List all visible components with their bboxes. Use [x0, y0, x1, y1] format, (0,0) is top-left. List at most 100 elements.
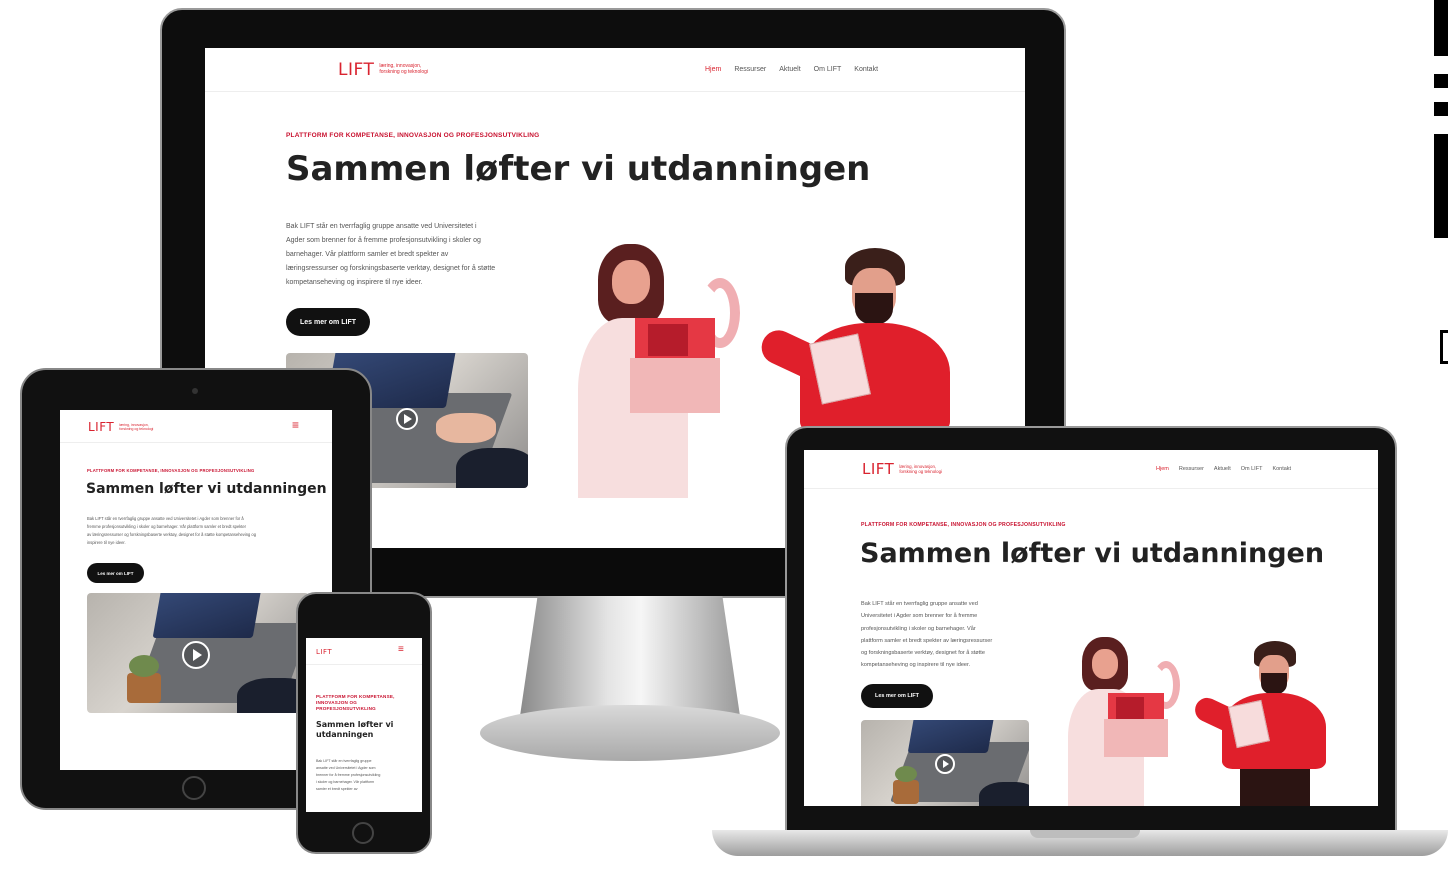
laptop-notch: [1030, 830, 1140, 838]
desktop-body-text: Bak LIFT står en tverrfaglig gruppe ansa…: [286, 220, 495, 290]
tablet-body-line: Bak LIFT står en tverrfaglig gruppe ansa…: [87, 516, 244, 521]
nav-item-om-lift[interactable]: Om LIFT: [1241, 466, 1263, 472]
nav-item-aktuelt[interactable]: Aktuelt: [779, 66, 800, 73]
phone-home-button[interactable]: [352, 822, 374, 844]
nav-item-kontakt[interactable]: Kontakt: [1272, 466, 1291, 472]
phone-header-divider: [306, 664, 422, 665]
nav-item-hjem[interactable]: Hjem: [705, 66, 721, 73]
laptop-illustration: [1056, 635, 1326, 806]
logo-tagline: læring, innovasjon, forskning og teknolo…: [379, 63, 428, 76]
tablet-screen: LIFT læring, innovasjon, forskning og te…: [60, 410, 332, 770]
hamburger-menu-icon[interactable]: ≡: [398, 644, 404, 655]
hamburger-menu-icon[interactable]: ≡: [292, 418, 299, 432]
laptop-header-divider: [804, 488, 1378, 489]
logo-wordmark: LIFT: [338, 60, 375, 80]
laptop-logo[interactable]: LIFT læring, innovasjon, forskning og te…: [862, 460, 942, 478]
desktop-body-line: læringsressurser og forskningsbaserte ve…: [286, 265, 496, 272]
nav-item-kontakt[interactable]: Kontakt: [854, 66, 878, 73]
phone-headline: Sammen løfter vi utdanningen: [316, 720, 393, 740]
logo-wordmark: LIFT: [88, 420, 115, 434]
photo-sleeve: [456, 448, 528, 488]
photo-plant-pot: [127, 673, 161, 703]
desktop-eyebrow: PLATTFORM FOR KOMPETANSE, INNOVASJON OG …: [286, 132, 540, 139]
tablet-eyebrow: PLATTFORM FOR KOMPETANSE, INNOVASJON OG …: [87, 468, 255, 473]
nav-item-ressurser[interactable]: Ressurser: [1179, 466, 1204, 472]
logo-tagline-line-2: forskning og teknologi: [119, 427, 154, 431]
desktop-header: LIFT læring, innovasjon, forskning og te…: [205, 48, 1025, 92]
edge-shape-bar: [1434, 134, 1448, 238]
cardboard-box: [630, 358, 720, 413]
tablet-body-text: Bak LIFT står en tverrfaglig gruppe ansa…: [87, 515, 256, 547]
laptop-body-line: og forskningsbaserte verktøy, designet f…: [861, 650, 985, 657]
phone-headline-line: utdanningen: [316, 730, 374, 739]
phone-eyebrow-line: PROFESJONSUTVIKLING: [316, 706, 376, 711]
tablet-body-line: inspirere til nye ideer.: [87, 540, 126, 545]
desktop-body-line: Agder som brenner for å fremme profesjon…: [286, 237, 481, 244]
photo-hand: [436, 413, 496, 443]
edge-shape-small: [1440, 330, 1448, 364]
laptop-body-line: Bak LIFT står en tverrfaglig gruppe ansa…: [861, 601, 978, 607]
phone-body-line: brenner for å fremme profesjonsutvikling: [316, 773, 381, 777]
play-triangle: [192, 649, 202, 661]
phone-body-text: Bak LIFT står en tverrfaglig gruppe ansa…: [316, 758, 380, 793]
tablet-header-divider: [60, 442, 332, 443]
tablet-camera: [192, 388, 198, 394]
phone-body-line: ansatte ved Universitetet i Agder som: [316, 766, 376, 770]
tablet-headline: Sammen løfter vi utdanningen: [86, 481, 327, 497]
desktop-body-line: kompetanseheving og inspirere til nye id…: [286, 279, 423, 286]
laptop-eyebrow: PLATTFORM FOR KOMPETANSE, INNOVASJON OG …: [861, 522, 1066, 528]
tablet-video-thumbnail[interactable]: [87, 593, 309, 713]
play-icon[interactable]: [396, 408, 418, 430]
laptop-body-line: Universitetet i Agder som brenner for å …: [861, 613, 978, 620]
edge-shape-mid-2: [1434, 102, 1448, 116]
phone-logo[interactable]: LIFT: [316, 648, 332, 656]
tablet-cta-button[interactable]: Les mer om LIFT: [87, 563, 144, 583]
photo-laptop-screen: [907, 720, 995, 753]
desktop-logo[interactable]: LIFT læring, innovasjon, forskning og te…: [338, 60, 428, 80]
tablet-home-button[interactable]: [182, 776, 206, 800]
desktop-body-line: Bak LIFT står en tverrfaglig gruppe ansa…: [286, 223, 477, 230]
nav-item-hjem[interactable]: Hjem: [1156, 466, 1169, 472]
phone-headline-line: Sammen løfter vi: [316, 720, 394, 729]
woman-face: [1092, 649, 1118, 679]
play-triangle: [943, 760, 949, 768]
photo-laptop-screen: [152, 593, 262, 638]
photo-plant-pot: [893, 780, 919, 804]
photo-plant: [129, 655, 159, 677]
man-legs: [1240, 769, 1310, 806]
box-books-dark: [1116, 697, 1144, 719]
photo-sleeve: [979, 782, 1029, 806]
monitor-stand: [520, 596, 740, 716]
edge-shape-top: [1434, 0, 1448, 56]
desktop-body-line: barnehager. Vår plattform samler et bred…: [286, 251, 449, 258]
laptop-screen: LIFT læring, innovasjon, forskning og te…: [804, 450, 1378, 806]
phone-body-line: samler et bredt spekter av: [316, 787, 358, 791]
phone-body-line: Bak LIFT står en tverrfaglig gruppe: [316, 759, 372, 763]
phone-body-line: i skoler og barnehager. Vår plattform: [316, 780, 375, 784]
tablet-logo[interactable]: LIFT læring, innovasjon, forskning og te…: [88, 420, 153, 434]
laptop-cta-button[interactable]: Les mer om LIFT: [861, 684, 933, 708]
laptop-nav-menu: Hjem Ressurser Aktuelt Om LIFT Kontakt: [1156, 466, 1291, 472]
play-triangle: [404, 414, 412, 424]
tablet-body-line: fremme profesjonsutvikling i skoler og b…: [87, 524, 247, 529]
laptop-headline: Sammen løfter vi utdanningen: [860, 538, 1325, 569]
desktop-cta-button[interactable]: Les mer om LIFT: [286, 308, 370, 336]
man-beard: [855, 293, 893, 325]
nav-item-aktuelt[interactable]: Aktuelt: [1214, 466, 1231, 472]
play-icon[interactable]: [182, 641, 210, 669]
logo-wordmark: LIFT: [316, 648, 333, 656]
desktop-nav-menu: Hjem Ressurser Aktuelt Om LIFT Kontakt: [705, 66, 878, 73]
nav-item-om-lift[interactable]: Om LIFT: [814, 66, 842, 73]
laptop-body-line: profesjonsutvikling i skoler og barnehag…: [861, 625, 976, 632]
laptop-body-line: plattform samler et bredt spekter av lær…: [861, 637, 993, 644]
man-beard: [1261, 673, 1287, 695]
play-icon[interactable]: [935, 754, 955, 774]
logo-tagline-line-2: forskning og teknologi: [899, 469, 943, 474]
nav-item-ressurser[interactable]: Ressurser: [734, 66, 766, 73]
monitor-base: [480, 705, 780, 761]
laptop-video-thumbnail[interactable]: [861, 720, 1029, 806]
desktop-headline: Sammen løfter vi utdanningen: [286, 149, 871, 189]
laptop-body-text: Bak LIFT står en tverrfaglig gruppe ansa…: [861, 598, 992, 672]
phone-screen: LIFT ≡ PLATTFORM FOR KOMPETANSE, INNOVAS…: [306, 638, 422, 812]
logo-wordmark: LIFT: [862, 460, 895, 478]
